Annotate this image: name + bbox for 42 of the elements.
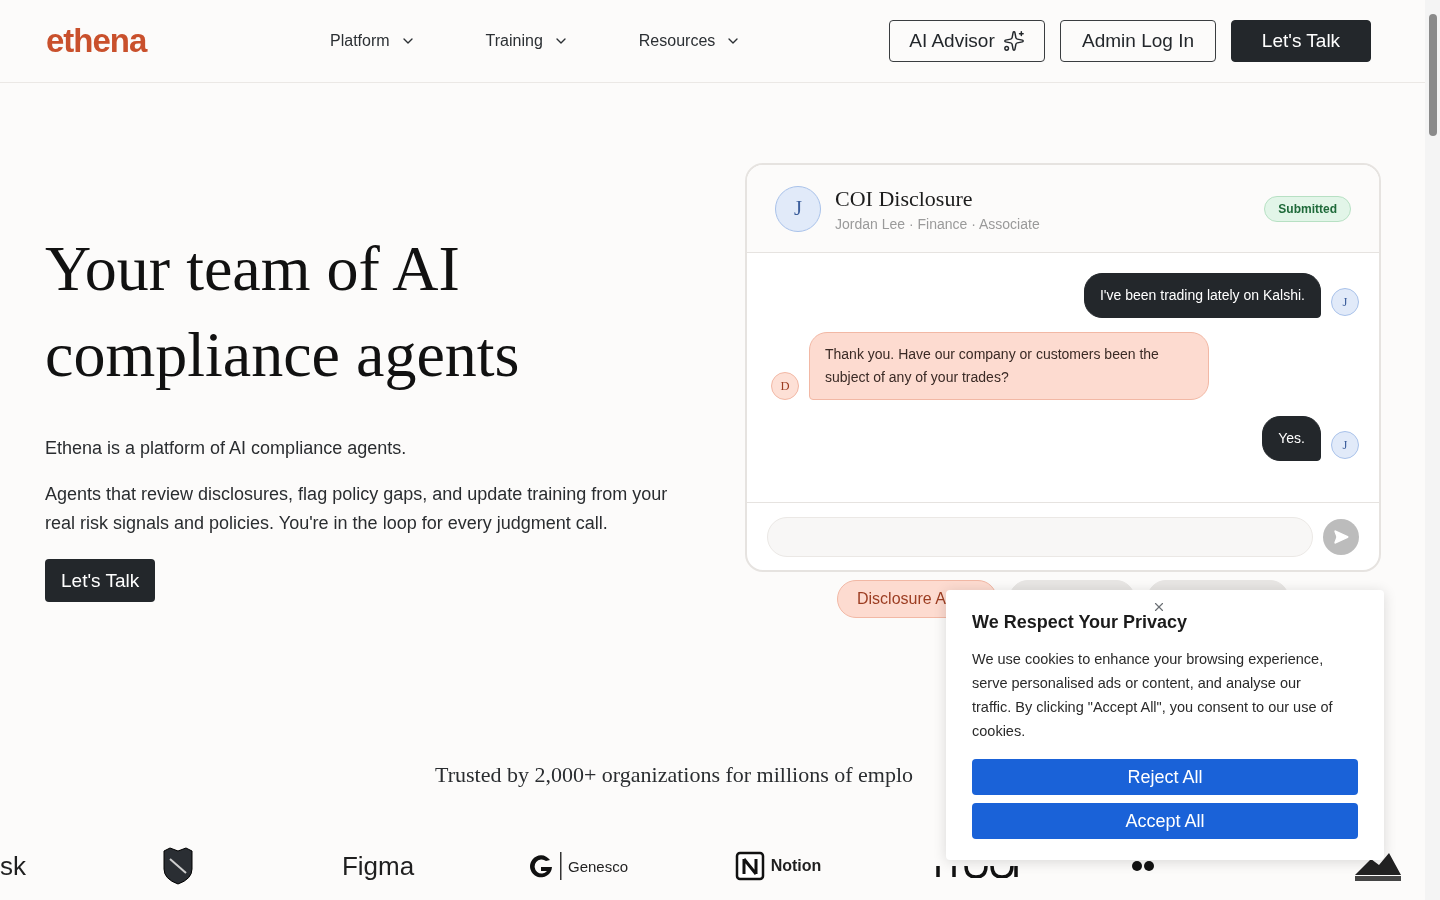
chat-title: COI Disclosure — [835, 185, 974, 212]
header-button[interactable]: Admin Log In — [1060, 20, 1216, 62]
status-badge: Submitted — [1264, 195, 1351, 222]
header-button[interactable]: AI Advisor — [889, 20, 1045, 62]
separator-icon — [559, 852, 562, 880]
sparkles-icon — [1002, 30, 1025, 52]
agent-avatar: D — [771, 372, 799, 400]
chat-message: Thank you. Have our company or customers been the subject of any of your trades? — [809, 332, 1209, 400]
hero-description: Agents that review disclosures, flag policy gaps, and update training from your real risk signals and policies. You're in the loop for every judgment call. — [45, 483, 669, 535]
user-avatar: J — [775, 185, 821, 232]
shield-logo-icon — [161, 847, 195, 885]
send-icon — [1333, 528, 1349, 545]
scrollbar[interactable] — [1425, 0, 1440, 900]
header-button[interactable]: Let's Talk — [1231, 20, 1371, 62]
brand-logo: Figma — [341, 850, 415, 882]
brand-logo: Genesco — [527, 852, 628, 880]
user-avatar: J — [1331, 288, 1359, 316]
notion-cube-icon — [734, 851, 765, 881]
chat-message: Yes. — [1262, 416, 1321, 461]
close-button[interactable] — [1152, 600, 1166, 614]
chat-message: I've been trading lately on Kalshi. — [1083, 273, 1321, 318]
send-button[interactable] — [1323, 518, 1359, 555]
message-input[interactable] — [767, 516, 1313, 557]
dialog-text: We use cookies to enhance your browsing experience, serve personalised ads or content, and analyse our traffic. By clicking "Accept All", you consent to our use of cookies. — [972, 650, 1334, 741]
user-avatar: J — [1331, 431, 1359, 459]
brand-logo: sk — [0, 850, 26, 882]
brand-logo: Notion — [734, 851, 822, 881]
consent-button[interactable]: Accept All — [972, 803, 1358, 839]
hero-lead: Ethena is a platform of AI compliance agents. — [45, 437, 408, 460]
dots-logo-icon — [1131, 860, 1155, 872]
nav-menu[interactable]: Resources — [638, 32, 742, 50]
trusted-heading: Trusted by 2,000+ organizations for millions of emplo — [435, 762, 914, 788]
hero-heading: Your team of AI compliance agents — [45, 232, 521, 392]
g-logo-icon — [527, 853, 554, 879]
close-icon — [1152, 600, 1166, 614]
logo-icon — [936, 866, 1020, 878]
chat-subtitle: Jordan Lee · Finance · Associate — [835, 215, 1041, 232]
nav-menu[interactable]: Training — [485, 32, 569, 50]
cta-button[interactable]: Let's Talk — [45, 559, 156, 602]
consent-button[interactable]: Reject All — [972, 759, 1358, 795]
brand-logo[interactable]: ethena — [46, 22, 330, 60]
nav-menu[interactable]: Platform — [330, 32, 416, 50]
